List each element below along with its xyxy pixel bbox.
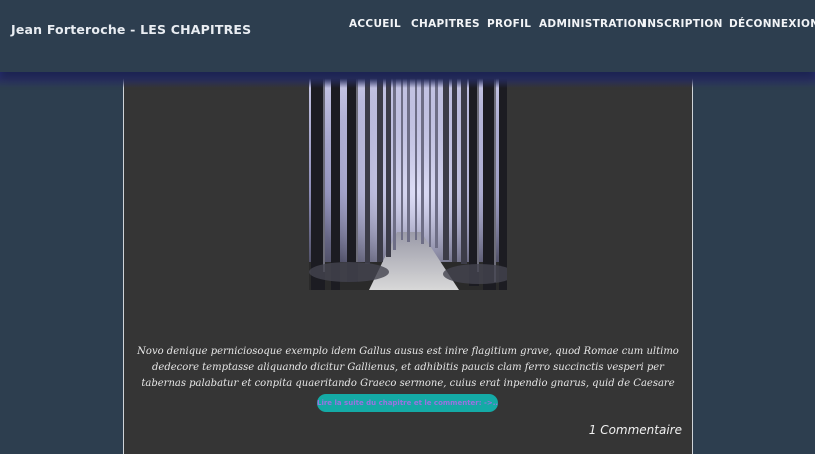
- nav-accueil[interactable]: ACCUEIL: [349, 18, 401, 30]
- nav-deconnexion[interactable]: DÉCONNEXION: [729, 18, 815, 30]
- nav-inscription[interactable]: INSCRIPTION: [643, 18, 723, 30]
- nav-administration[interactable]: ADMINISTRATION: [539, 18, 646, 30]
- chapter-card: Novo denique perniciosoque exemplo idem …: [123, 72, 693, 454]
- read-more-button[interactable]: Lire la suite du chapitre et le commente…: [317, 394, 498, 412]
- forest-path-photo: [309, 72, 507, 290]
- nav-chapitres[interactable]: CHAPITRES: [411, 18, 480, 30]
- forest-image-svg: [309, 72, 507, 290]
- nav-profil[interactable]: PROFIL: [487, 18, 531, 30]
- navbar-shadow-band: [0, 72, 815, 88]
- comments-link[interactable]: 1 Commentaire: [589, 423, 682, 437]
- top-navbar: Jean Forteroche - LES CHAPITRES ACCUEIL …: [0, 0, 815, 72]
- site-title[interactable]: Jean Forteroche - LES CHAPITRES: [11, 22, 251, 37]
